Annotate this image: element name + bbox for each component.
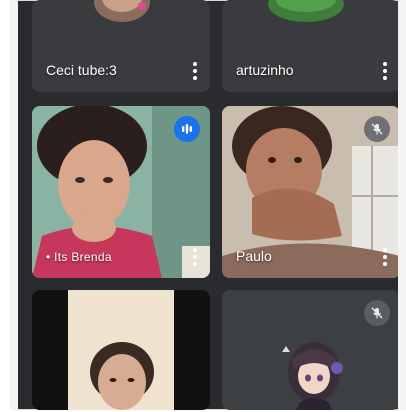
participant-tile-brenda[interactable]: • Its Brenda	[32, 106, 210, 278]
muted-indicator	[364, 300, 390, 326]
participant-name: Ceci tube:3	[46, 62, 117, 78]
participant-name: • Its Brenda	[46, 250, 112, 264]
more-vert-icon	[383, 62, 387, 66]
more-options-button[interactable]	[192, 62, 198, 80]
audio-level-icon	[182, 124, 192, 134]
participant-avatar	[268, 0, 344, 22]
more-vert-icon	[193, 248, 197, 252]
participant-video	[32, 290, 210, 410]
mic-off-icon	[371, 307, 383, 319]
mic-off-icon	[371, 123, 383, 135]
more-options-button[interactable]	[192, 248, 198, 266]
more-options-button[interactable]	[382, 248, 388, 266]
participant-tile-ceci[interactable]: Ceci tube:3	[32, 0, 210, 92]
video-grid: Ceci tube:3 artuzinho • Its Brenda Paulo	[10, 0, 402, 410]
more-vert-icon	[193, 62, 197, 66]
participant-tile-6[interactable]	[222, 290, 400, 410]
screen-border-left	[10, 0, 18, 410]
screen-border-right	[398, 0, 406, 410]
more-options-button[interactable]	[382, 62, 388, 80]
participant-name: artuzinho	[236, 62, 294, 78]
participant-tile-artuzinho[interactable]: artuzinho	[222, 0, 400, 92]
speaking-indicator	[174, 116, 200, 142]
more-vert-icon	[383, 248, 387, 252]
participant-name: Paulo	[236, 248, 272, 264]
participant-tile-5[interactable]	[32, 290, 210, 410]
muted-indicator	[364, 116, 390, 142]
participant-avatar	[94, 0, 150, 22]
participant-tile-paulo[interactable]: Paulo	[222, 106, 400, 278]
